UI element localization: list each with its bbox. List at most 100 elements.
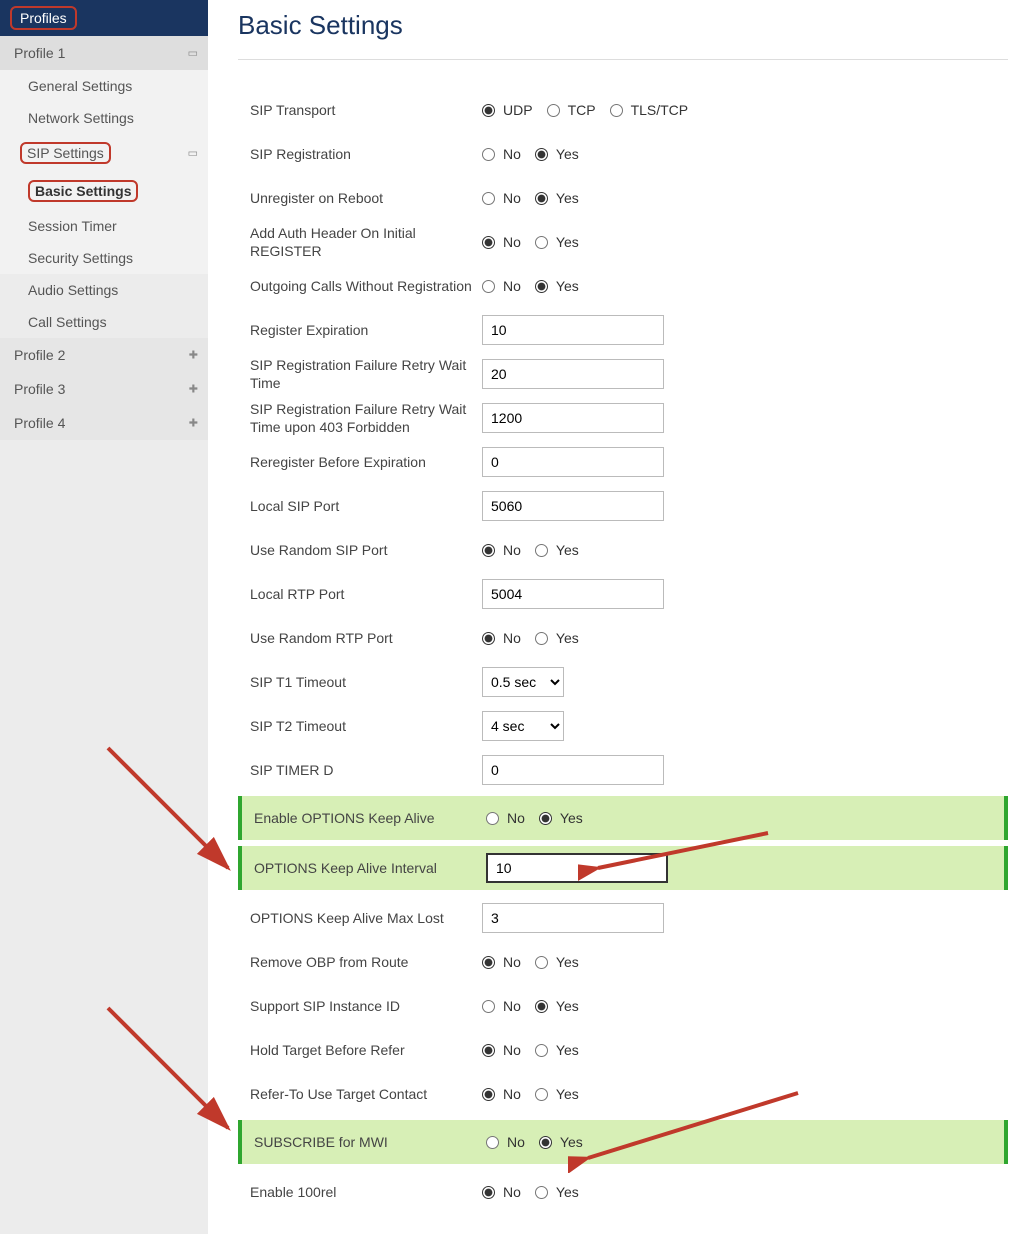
sidebar-profile4[interactable]: Profile 4 ✚ bbox=[0, 406, 208, 440]
label-register-expiration: Register Expiration bbox=[250, 321, 482, 339]
radio-no[interactable] bbox=[486, 1136, 499, 1149]
row-sip-timer-d: SIP TIMER D bbox=[238, 748, 1008, 792]
radio-no[interactable] bbox=[482, 1186, 495, 1199]
row-sip-registration: SIP Registration No Yes bbox=[238, 132, 1008, 176]
label-reregister-before: Reregister Before Expiration bbox=[250, 453, 482, 471]
row-remove-obp: Remove OBP from Route No Yes bbox=[238, 940, 1008, 984]
sidebar-item-general[interactable]: General Settings bbox=[0, 70, 208, 102]
radio-yes[interactable] bbox=[535, 632, 548, 645]
sidebar-profile3[interactable]: Profile 3 ✚ bbox=[0, 372, 208, 406]
row-use-random-sip: Use Random SIP Port No Yes bbox=[238, 528, 1008, 572]
sidebar-item-basic[interactable]: Basic Settings bbox=[0, 172, 208, 210]
sidebar-item-session[interactable]: Session Timer bbox=[0, 210, 208, 242]
radio-yes[interactable] bbox=[535, 1186, 548, 1199]
sidebar-item-sip[interactable]: SIP Settings ▭ bbox=[0, 134, 208, 172]
radio-yes[interactable] bbox=[535, 544, 548, 557]
radio-yes[interactable] bbox=[535, 280, 548, 293]
label-reg-fail-retry: SIP Registration Failure Retry Wait Time bbox=[250, 356, 482, 392]
row-local-rtp-port: Local RTP Port bbox=[238, 572, 1008, 616]
sidebar-item-security[interactable]: Security Settings bbox=[0, 242, 208, 274]
select-sip-t1[interactable]: 0.5 sec bbox=[482, 667, 564, 697]
label-support-sip-instance: Support SIP Instance ID bbox=[250, 997, 482, 1015]
row-use-random-rtp: Use Random RTP Port No Yes bbox=[238, 616, 1008, 660]
input-local-sip-port[interactable] bbox=[482, 491, 664, 521]
row-reregister-before: Reregister Before Expiration bbox=[238, 440, 1008, 484]
profiles-label[interactable]: Profiles bbox=[10, 6, 77, 30]
label-subscribe-mwi: SUBSCRIBE for MWI bbox=[254, 1133, 486, 1151]
row-reg-fail-retry: SIP Registration Failure Retry Wait Time bbox=[238, 352, 1008, 396]
profile3-label: Profile 3 bbox=[14, 381, 65, 397]
row-reg-fail-retry-403: SIP Registration Failure Retry Wait Time… bbox=[238, 396, 1008, 440]
label-enable-100rel: Enable 100rel bbox=[250, 1183, 482, 1201]
row-refer-to: Refer-To Use Target Contact No Yes bbox=[238, 1072, 1008, 1116]
radio-no[interactable] bbox=[482, 192, 495, 205]
input-sip-timer-d[interactable] bbox=[482, 755, 664, 785]
radio-yes[interactable] bbox=[539, 1136, 552, 1149]
radio-no[interactable] bbox=[482, 236, 495, 249]
collapse-icon: ▭ bbox=[188, 147, 198, 160]
sidebar: Profiles Profile 1 ▭ General Settings Ne… bbox=[0, 0, 208, 1234]
radio-yes[interactable] bbox=[535, 1000, 548, 1013]
expand-icon: ✚ bbox=[189, 417, 198, 430]
row-register-expiration: Register Expiration bbox=[238, 308, 1008, 352]
input-reg-fail-retry-403[interactable] bbox=[482, 403, 664, 433]
input-reregister-before[interactable] bbox=[482, 447, 664, 477]
input-options-max-lost[interactable] bbox=[482, 903, 664, 933]
collapse-icon: ▭ bbox=[188, 47, 198, 60]
label-unregister-reboot: Unregister on Reboot bbox=[250, 189, 482, 207]
radio-tcp[interactable] bbox=[547, 104, 560, 117]
sidebar-item-audio[interactable]: Audio Settings bbox=[0, 274, 208, 306]
row-hold-target: Hold Target Before Refer No Yes bbox=[238, 1028, 1008, 1072]
radio-yes[interactable] bbox=[535, 956, 548, 969]
radio-yes[interactable] bbox=[535, 148, 548, 161]
radio-yes[interactable] bbox=[535, 236, 548, 249]
sidebar-profile2[interactable]: Profile 2 ✚ bbox=[0, 338, 208, 372]
radio-yes[interactable] bbox=[535, 1088, 548, 1101]
radio-yes[interactable] bbox=[535, 1044, 548, 1057]
select-sip-t2[interactable]: 4 sec bbox=[482, 711, 564, 741]
label-add-auth-header: Add Auth Header On Initial REGISTER bbox=[250, 224, 482, 260]
label-use-random-sip: Use Random SIP Port bbox=[250, 541, 482, 559]
label-outgoing-calls: Outgoing Calls Without Registration bbox=[250, 277, 482, 295]
label-local-rtp-port: Local RTP Port bbox=[250, 585, 482, 603]
label-sip-registration: SIP Registration bbox=[250, 145, 482, 163]
row-options-max-lost: OPTIONS Keep Alive Max Lost bbox=[238, 896, 1008, 940]
radio-tls-label: TLS/TCP bbox=[631, 102, 689, 118]
input-local-rtp-port[interactable] bbox=[482, 579, 664, 609]
sip-settings-label: SIP Settings bbox=[20, 142, 111, 164]
radio-yes[interactable] bbox=[539, 812, 552, 825]
row-local-sip-port: Local SIP Port bbox=[238, 484, 1008, 528]
input-options-interval[interactable] bbox=[486, 853, 668, 883]
label-use-random-rtp: Use Random RTP Port bbox=[250, 629, 482, 647]
radio-no[interactable] bbox=[482, 1000, 495, 1013]
radio-udp-label: UDP bbox=[503, 102, 533, 118]
radio-no[interactable] bbox=[482, 280, 495, 293]
label-refer-to: Refer-To Use Target Contact bbox=[250, 1085, 482, 1103]
profile2-label: Profile 2 bbox=[14, 347, 65, 363]
label-hold-target: Hold Target Before Refer bbox=[250, 1041, 482, 1059]
sidebar-profile1[interactable]: Profile 1 ▭ bbox=[0, 36, 208, 70]
label-sip-timer-d: SIP TIMER D bbox=[250, 761, 482, 779]
radio-no[interactable] bbox=[482, 1088, 495, 1101]
radio-no[interactable] bbox=[482, 1044, 495, 1057]
input-register-expiration[interactable] bbox=[482, 315, 664, 345]
label-options-max-lost: OPTIONS Keep Alive Max Lost bbox=[250, 909, 482, 927]
input-reg-fail-retry[interactable] bbox=[482, 359, 664, 389]
radio-no[interactable] bbox=[482, 148, 495, 161]
radio-no[interactable] bbox=[482, 956, 495, 969]
row-add-auth-header: Add Auth Header On Initial REGISTER No Y… bbox=[238, 220, 1008, 264]
radio-tls[interactable] bbox=[610, 104, 623, 117]
sidebar-item-call[interactable]: Call Settings bbox=[0, 306, 208, 338]
radio-udp[interactable] bbox=[482, 104, 495, 117]
radio-no[interactable] bbox=[486, 812, 499, 825]
radio-no[interactable] bbox=[482, 544, 495, 557]
expand-icon: ✚ bbox=[189, 383, 198, 396]
label-remove-obp: Remove OBP from Route bbox=[250, 953, 482, 971]
sidebar-header: Profiles bbox=[0, 0, 208, 36]
sidebar-item-network[interactable]: Network Settings bbox=[0, 102, 208, 134]
label-enable-options: Enable OPTIONS Keep Alive bbox=[254, 809, 486, 827]
settings-area: SIP Transport UDP TCP TLS/TCP SIP Regist… bbox=[238, 88, 1008, 1214]
radio-yes[interactable] bbox=[535, 192, 548, 205]
radio-no[interactable] bbox=[482, 632, 495, 645]
row-support-sip-instance: Support SIP Instance ID No Yes bbox=[238, 984, 1008, 1028]
